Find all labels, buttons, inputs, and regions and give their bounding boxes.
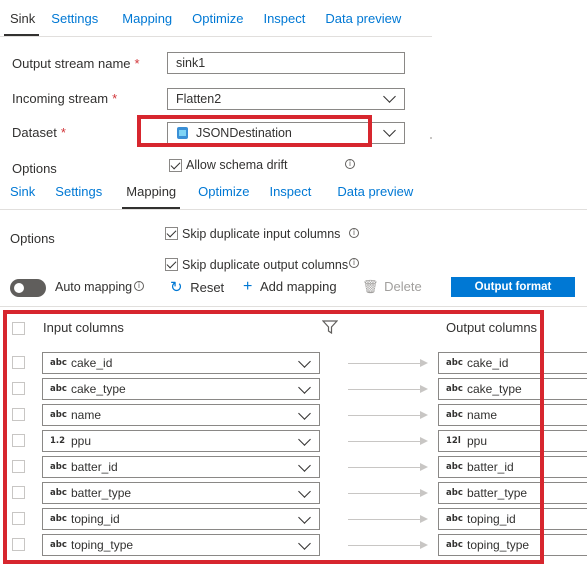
reset-label: Reset	[190, 280, 225, 295]
tab-divider	[0, 36, 432, 37]
dataset-highlight-box	[137, 115, 372, 147]
mapping-options-label: Options	[10, 231, 55, 246]
tab-mapping[interactable]: Mapping	[114, 2, 180, 36]
tab-optimize-2[interactable]: Optimize	[190, 175, 257, 209]
reset-icon: ↻	[170, 279, 183, 296]
tab-settings-2[interactable]: Settings	[47, 175, 110, 209]
auto-mapping-label: Auto mapping	[55, 280, 133, 294]
add-mapping-button[interactable]: + Add mapping	[243, 278, 337, 296]
top-tab-bar: Sink Settings Mapping Optimize Inspect D…	[0, 2, 409, 36]
skip-input-checkbox[interactable]	[165, 227, 178, 240]
skip-output-label: Skip duplicate output columns	[182, 258, 349, 272]
skip-input-label: Skip duplicate input columns	[182, 227, 341, 241]
info-icon[interactable]: i	[349, 228, 359, 238]
tab-sink[interactable]: Sink	[0, 2, 43, 36]
reset-button[interactable]: ↻ Reset	[170, 278, 224, 296]
chevron-down-icon	[383, 90, 396, 103]
chevron-down-icon	[383, 124, 396, 137]
dot	[430, 137, 432, 139]
options-label: Options	[12, 161, 57, 176]
info-icon[interactable]: i	[134, 281, 144, 291]
second-tab-bar: Sink Settings Mapping Optimize Inspect D…	[0, 175, 421, 209]
delete-button[interactable]: 🗑 Delete	[362, 279, 422, 295]
incoming-stream-value: Flatten2	[176, 92, 222, 106]
tab-mapping-2[interactable]: Mapping	[118, 175, 184, 209]
output-format-button[interactable]: Output format	[451, 277, 575, 297]
plus-icon: +	[243, 278, 253, 295]
delete-label: Delete	[384, 279, 422, 294]
auto-mapping-toggle[interactable]	[10, 279, 46, 297]
tab-sink-2[interactable]: Sink	[0, 175, 43, 209]
allow-schema-drift-checkbox[interactable]	[169, 159, 182, 172]
tab-data-preview-2[interactable]: Data preview	[329, 175, 421, 209]
incoming-stream-select[interactable]: Flatten2	[167, 88, 405, 110]
incoming-stream-label: Incoming stream *	[12, 91, 118, 106]
mapping-highlight-box	[3, 310, 544, 564]
tab-optimize[interactable]: Optimize	[184, 2, 251, 36]
dataset-label: Dataset *	[12, 125, 66, 140]
tab-divider-2	[0, 209, 587, 210]
trash-icon: 🗑	[362, 279, 379, 294]
tab-settings[interactable]: Settings	[43, 2, 106, 36]
tab-data-preview[interactable]: Data preview	[317, 2, 409, 36]
tab-inspect-2[interactable]: Inspect	[261, 175, 319, 209]
skip-output-checkbox[interactable]	[165, 258, 178, 271]
info-icon[interactable]: i	[345, 159, 355, 169]
output-stream-label: Output stream name *	[12, 56, 140, 71]
toolbar-divider	[0, 306, 587, 307]
output-stream-input[interactable]: sink1	[167, 52, 405, 74]
add-mapping-label: Add mapping	[259, 279, 337, 294]
allow-schema-drift-label: Allow schema drift	[186, 158, 288, 172]
tab-inspect[interactable]: Inspect	[255, 2, 313, 36]
info-icon[interactable]: i	[349, 258, 359, 268]
